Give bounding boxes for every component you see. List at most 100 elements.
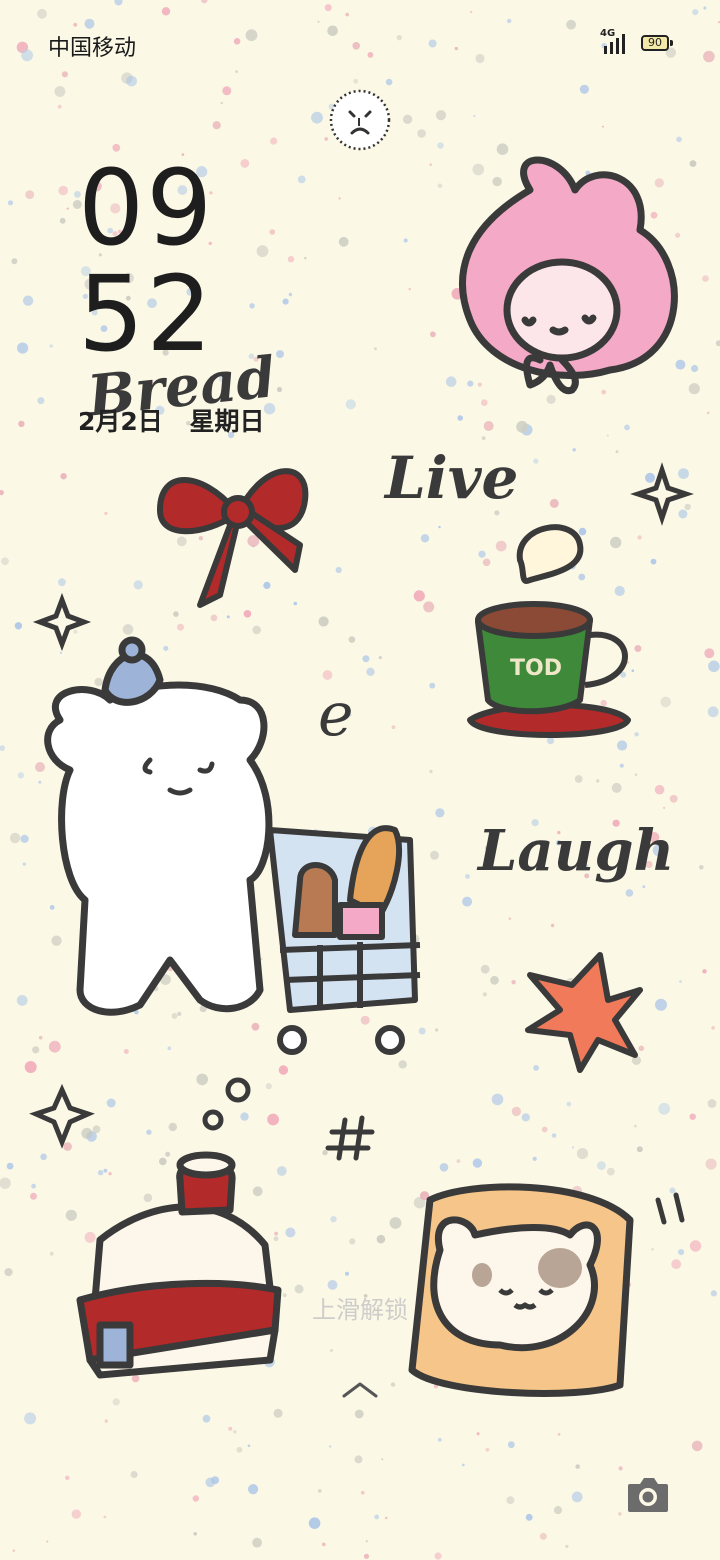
speckle — [205, 1477, 216, 1488]
sparkle-icon — [29, 1083, 95, 1149]
steam-illustration — [516, 524, 584, 584]
camera-icon[interactable] — [626, 1474, 670, 1514]
speckle — [276, 350, 284, 359]
bunny-illustration — [459, 156, 678, 395]
speckle — [575, 1464, 580, 1469]
speckle — [482, 992, 487, 997]
speckle — [273, 1408, 283, 1418]
speckle — [457, 415, 464, 421]
speckle — [671, 1259, 682, 1270]
speckle — [226, 615, 230, 619]
date-row: 2月2日 星期日 — [78, 402, 283, 438]
hash-doodle — [325, 1115, 375, 1161]
speckle — [634, 1124, 637, 1128]
speckle — [417, 129, 426, 138]
speckle — [533, 458, 539, 464]
speckle — [228, 1426, 233, 1431]
speckle — [636, 1146, 643, 1153]
speckle — [220, 101, 224, 105]
speckle — [106, 1098, 116, 1108]
speckle — [438, 525, 441, 529]
speckle — [456, 1159, 461, 1163]
speckle — [679, 980, 682, 983]
speckle — [654, 178, 664, 188]
speckle — [240, 1112, 249, 1121]
speckle — [1, 557, 9, 566]
speckle — [430, 850, 439, 860]
speckle — [707, 1099, 717, 1108]
speckle — [704, 648, 715, 659]
speckle — [655, 998, 667, 1011]
bubbles-doodle — [202, 1077, 251, 1131]
speckle — [168, 1122, 177, 1132]
speckle — [391, 725, 396, 730]
speckle — [363, 1553, 370, 1559]
network-type: 4G — [600, 28, 616, 39]
speckle — [163, 645, 169, 651]
speckle — [365, 1540, 368, 1543]
speckle — [614, 585, 625, 597]
speckle — [624, 424, 630, 431]
speckle — [565, 1544, 569, 1548]
speckle — [122, 624, 134, 635]
speckle — [476, 1432, 480, 1436]
speckle — [650, 558, 657, 565]
speckle — [654, 784, 665, 795]
speckle — [345, 399, 356, 410]
cup-label: TOD — [510, 656, 562, 681]
speckle — [650, 211, 658, 219]
speckle — [345, 1271, 349, 1276]
speckle — [97, 1170, 104, 1176]
speckle — [390, 1382, 396, 1387]
swipe-up-icon[interactable] — [340, 1378, 380, 1400]
speckle — [38, 780, 42, 784]
speckle — [9, 832, 21, 844]
speckle — [328, 1445, 332, 1448]
speckle — [711, 1026, 715, 1030]
speckle — [84, 1231, 96, 1243]
speckle — [702, 275, 709, 282]
speckle — [143, 1193, 153, 1203]
speckle — [467, 380, 474, 387]
speckle — [338, 197, 341, 200]
speckle — [601, 389, 606, 395]
coffee-cup-illustration: TOD — [467, 601, 631, 738]
speckle — [601, 125, 604, 128]
speckle — [462, 896, 473, 907]
speckle — [6, 1162, 14, 1170]
weekday-label: 星期日 — [189, 407, 265, 436]
speckle — [492, 176, 502, 187]
speckle — [327, 1280, 338, 1290]
sparkle-icon — [32, 592, 92, 652]
speckle — [146, 1129, 152, 1135]
tick-doodle — [655, 1192, 685, 1225]
speckle — [539, 1532, 547, 1540]
speckle — [495, 540, 507, 552]
speckle — [707, 706, 719, 718]
speckle — [335, 566, 342, 574]
speckle — [660, 696, 671, 708]
speckle — [706, 411, 710, 415]
battery-level: 90 — [648, 36, 662, 49]
speckle — [104, 511, 108, 515]
orange-star-illustration — [525, 952, 643, 1073]
speckle — [675, 232, 681, 238]
speckle — [171, 1013, 178, 1019]
face-icon[interactable] — [328, 88, 392, 152]
speckle — [691, 364, 699, 373]
speckle — [491, 1093, 504, 1106]
speckle — [483, 421, 494, 431]
speckle — [63, 1142, 72, 1151]
speckle — [420, 534, 430, 543]
speckle — [618, 1512, 622, 1516]
speckle — [202, 1414, 211, 1423]
speckle — [285, 1227, 296, 1238]
speckle — [304, 256, 307, 260]
speckle — [265, 1083, 272, 1090]
speckle — [38, 1035, 43, 1040]
speckle — [249, 303, 255, 309]
speckle — [49, 1251, 54, 1256]
speckle — [176, 536, 187, 547]
speckle — [360, 1490, 365, 1495]
speckle — [642, 885, 646, 889]
